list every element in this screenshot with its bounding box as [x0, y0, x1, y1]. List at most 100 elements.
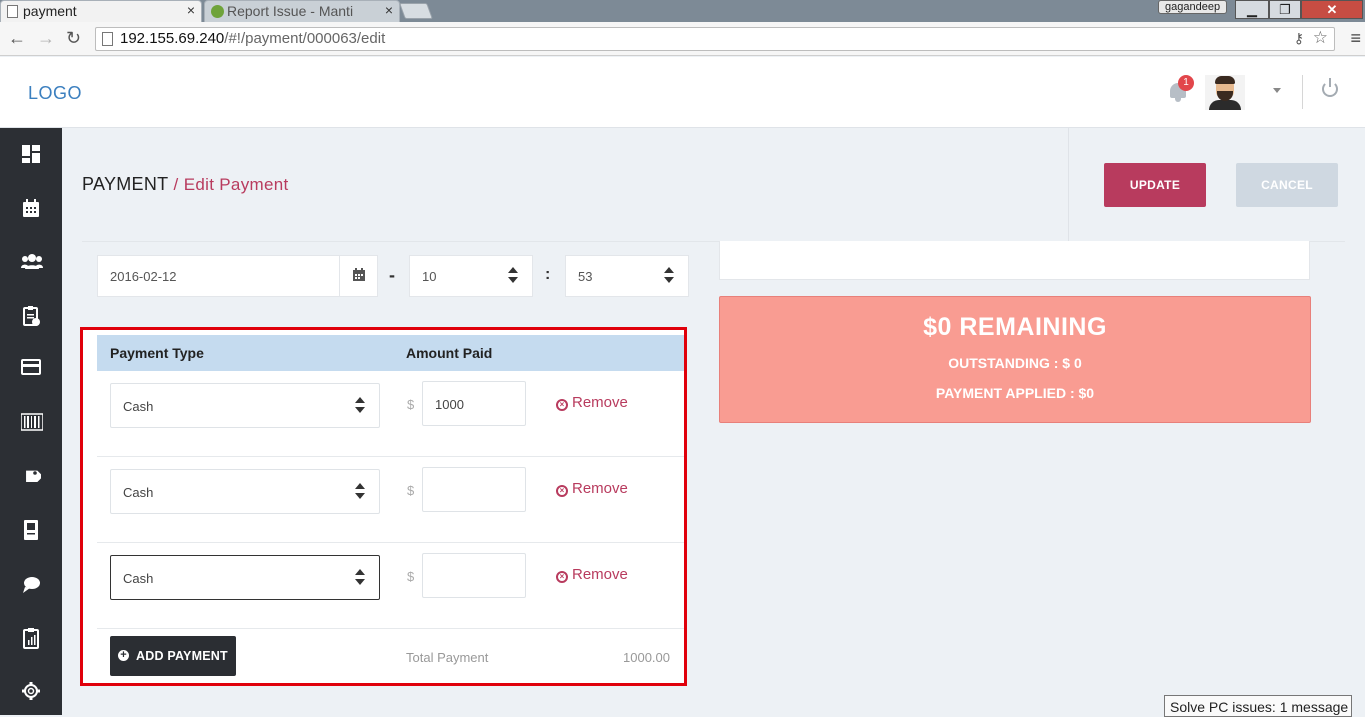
forward-icon[interactable]: →: [37, 28, 55, 49]
address-bar: ← → ↻ 192.155.69.240/#!/payment/000063/e…: [0, 22, 1365, 56]
back-icon[interactable]: ←: [8, 28, 26, 49]
column-header-amount-paid: Amount Paid: [406, 345, 493, 361]
summary-top-card: [719, 241, 1310, 280]
power-icon[interactable]: [1322, 78, 1338, 97]
date-field[interactable]: 2016-02-12: [97, 255, 378, 297]
payment-row: Cash $ × Remove: [97, 457, 684, 543]
dashboard-icon[interactable]: [21, 144, 41, 164]
payment-type-select[interactable]: Cash: [110, 469, 380, 514]
payment-type-select[interactable]: Cash: [110, 383, 380, 428]
remove-circle-icon: ×: [556, 571, 568, 583]
key-icon[interactable]: ⚷: [1294, 30, 1304, 47]
book-icon[interactable]: [21, 519, 41, 540]
page-actions: UPDATE CANCEL: [1068, 128, 1365, 241]
bookmark-star-icon[interactable]: ☆: [1313, 28, 1328, 48]
payment-applied-amount: PAYMENT APPLIED : $0: [935, 385, 1095, 401]
browser-menu-icon[interactable]: ≡: [1350, 28, 1361, 49]
url-host: 192.155.69.240: [120, 30, 225, 47]
app-header: LOGO 1: [0, 57, 1365, 128]
select-arrows-icon: [355, 397, 365, 415]
column-header-payment-type: Payment Type: [110, 345, 204, 361]
notification-bell-icon[interactable]: 1: [1168, 75, 1194, 103]
remove-label: Remove: [572, 480, 628, 497]
hour-stepper[interactable]: 10: [409, 255, 533, 297]
tag-icon[interactable]: [21, 467, 44, 487]
stepper-arrows-icon[interactable]: [508, 267, 518, 285]
sidebar: [0, 128, 62, 715]
remove-button[interactable]: × Remove: [556, 566, 628, 583]
logo[interactable]: LOGO: [28, 83, 82, 104]
tab-title: payment: [23, 3, 77, 19]
breadcrumb: PAYMENT / Edit Payment: [82, 174, 289, 195]
tab-title: Report Issue - Manti: [227, 3, 354, 19]
users-icon[interactable]: [21, 251, 43, 271]
page-icon: [102, 32, 113, 46]
breadcrumb-root[interactable]: PAYMENT: [82, 174, 168, 194]
date-time-separator: -: [389, 265, 395, 285]
divider: [1302, 75, 1303, 109]
page-title-area: PAYMENT / Edit Payment: [62, 128, 1068, 241]
stepper-arrows-icon[interactable]: [664, 267, 674, 285]
add-payment-button[interactable]: + ADD PAYMENT: [110, 636, 236, 676]
remove-circle-icon: ×: [556, 399, 568, 411]
payment-type-select[interactable]: Cash: [110, 555, 380, 600]
remove-button[interactable]: × Remove: [556, 394, 628, 411]
new-tab-button[interactable]: [399, 3, 433, 19]
chat-icon[interactable]: [21, 575, 41, 595]
tab-close-icon[interactable]: ×: [385, 2, 393, 18]
outstanding-amount: OUTSTANDING : $ 0: [948, 355, 1082, 371]
avatar[interactable]: [1205, 75, 1245, 110]
url-path: /#!/payment/000063/edit: [224, 30, 386, 47]
currency-symbol: $: [407, 483, 415, 498]
amount-input[interactable]: 1000: [422, 381, 526, 426]
hour-value: 10: [422, 269, 437, 284]
currency-symbol: $: [407, 397, 415, 412]
window-close-button[interactable]: ✕: [1301, 0, 1363, 19]
time-separator: :: [545, 266, 551, 283]
payments-panel: Payment Type Amount Paid Cash $ 1000 × Re…: [80, 327, 687, 686]
date-value: 2016-02-12: [110, 269, 177, 284]
payment-type-value: Cash: [123, 571, 154, 586]
chevron-down-icon[interactable]: [1273, 88, 1281, 93]
plus-circle-icon: +: [118, 650, 129, 661]
payment-type-value: Cash: [123, 399, 154, 414]
payment-row: Cash $ 1000 × Remove: [97, 371, 684, 457]
minute-value: 53: [578, 269, 593, 284]
minimize-button[interactable]: ▁: [1235, 0, 1269, 19]
gear-icon[interactable]: [21, 681, 41, 701]
remove-label: Remove: [572, 394, 628, 411]
update-button[interactable]: UPDATE: [1104, 163, 1206, 207]
tab-close-icon[interactable]: ×: [187, 2, 195, 18]
add-payment-label: ADD PAYMENT: [136, 649, 228, 663]
tab-report-issue[interactable]: Report Issue - Manti ×: [204, 0, 400, 22]
cancel-button[interactable]: CANCEL: [1236, 163, 1338, 207]
url-field[interactable]: 192.155.69.240/#!/payment/000063/edit ⚷ …: [95, 27, 1335, 51]
remaining-amount: $0 REMAINING: [923, 313, 1107, 341]
clipboard-add-icon[interactable]: [21, 305, 41, 326]
barcode-icon[interactable]: [20, 413, 44, 433]
reload-icon[interactable]: ↻: [66, 28, 81, 49]
calendar-icon[interactable]: [339, 256, 377, 296]
remaining-summary: $0 REMAINING OUTSTANDING : $ 0 PAYMENT A…: [719, 296, 1311, 423]
total-payment-value: 1000.00: [623, 650, 670, 665]
select-arrows-icon: [355, 483, 365, 501]
payment-type-value: Cash: [123, 485, 154, 500]
payment-row: Cash $ × Remove: [97, 543, 684, 629]
breadcrumb-current: Edit Payment: [183, 175, 289, 194]
profile-badge[interactable]: gagandeep: [1158, 0, 1228, 14]
amount-input[interactable]: [422, 467, 526, 512]
calendar-icon[interactable]: [21, 198, 41, 218]
breadcrumb-separator: /: [173, 175, 179, 194]
amount-input[interactable]: [422, 553, 526, 598]
report-clipboard-icon[interactable]: [21, 627, 41, 649]
tab-payment[interactable]: payment ×: [0, 0, 202, 22]
credit-card-icon[interactable]: [21, 359, 41, 379]
remove-button[interactable]: × Remove: [556, 480, 628, 497]
total-payment-label: Total Payment: [406, 650, 489, 665]
maximize-button[interactable]: ❐: [1269, 0, 1301, 19]
mantis-bug-icon: [211, 5, 224, 18]
system-notification-toast[interactable]: Solve PC issues: 1 message: [1164, 695, 1352, 717]
minute-stepper[interactable]: 53: [565, 255, 689, 297]
page-icon: [7, 5, 18, 18]
notification-count-badge: 1: [1178, 75, 1194, 91]
